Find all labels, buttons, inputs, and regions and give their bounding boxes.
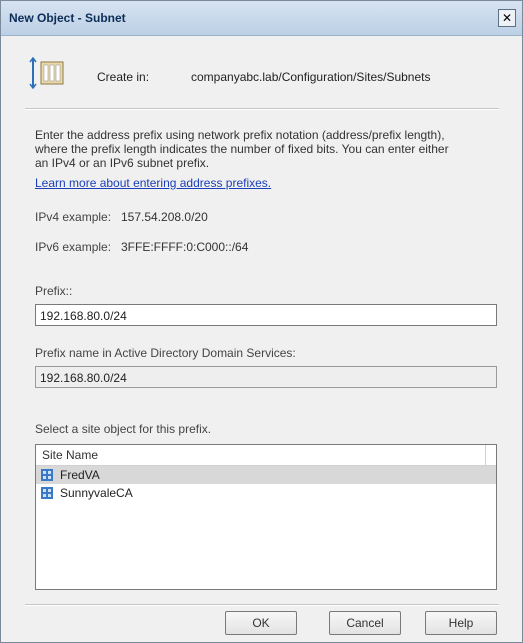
prefix-name-field: 192.168.80.0/24 — [35, 366, 497, 388]
ok-button[interactable]: OK — [225, 611, 297, 635]
ipv6-example-label: IPv6 example: — [35, 240, 112, 254]
site-name: SunnyvaleCA — [60, 486, 133, 500]
ipv4-example-value: 157.54.208.0/20 — [121, 210, 208, 224]
ipv4-example-label: IPv4 example: — [35, 210, 112, 224]
close-button[interactable]: ✕ — [498, 9, 516, 27]
learn-more-link[interactable]: Learn more about entering address prefix… — [35, 176, 271, 190]
prefix-name-label: Prefix name in Active Directory Domain S… — [35, 346, 296, 360]
folder-icon — [29, 56, 64, 90]
site-list-item-fredva[interactable]: FredVA — [36, 466, 496, 484]
top-divider — [25, 108, 499, 110]
site-name: FredVA — [60, 468, 100, 482]
close-icon: ✕ — [501, 11, 513, 25]
title-bar: New Object - Subnet ✕ — [1, 1, 522, 36]
ipv6-example-value: 3FFE:FFFF:0:C000::/64 — [121, 240, 249, 254]
help-button[interactable]: Help — [425, 611, 497, 635]
create-in-label: Create in: — [97, 70, 150, 84]
description-text: Enter the address prefix using network p… — [35, 128, 449, 170]
site-select-label: Select a site object for this prefix. — [35, 422, 212, 436]
site-list[interactable]: Site Name FredVA SunnyvaleCA — [35, 444, 497, 590]
dialog-title: New Object - Subnet — [9, 11, 126, 25]
site-list-header: Site Name — [36, 445, 496, 466]
new-object-subnet-dialog: New Object - Subnet ✕ Create in: company… — [0, 0, 523, 643]
site-icon — [41, 487, 53, 499]
prefix-input[interactable]: 192.168.80.0/24 — [35, 304, 497, 326]
create-in-row: Create in: companyabc.lab/Configuration/… — [27, 56, 497, 96]
cancel-button[interactable]: Cancel — [329, 611, 401, 635]
site-icon — [41, 469, 53, 481]
dialog-body: Create in: companyabc.lab/Configuration/… — [13, 36, 510, 635]
site-list-item-sunnyvaleca[interactable]: SunnyvaleCA — [36, 484, 496, 502]
create-in-path: companyabc.lab/Configuration/Sites/Subne… — [191, 70, 431, 84]
prefix-label: Prefix:: — [35, 284, 73, 298]
site-name-column-header[interactable]: Site Name — [36, 445, 486, 465]
bottom-divider — [25, 604, 499, 606]
